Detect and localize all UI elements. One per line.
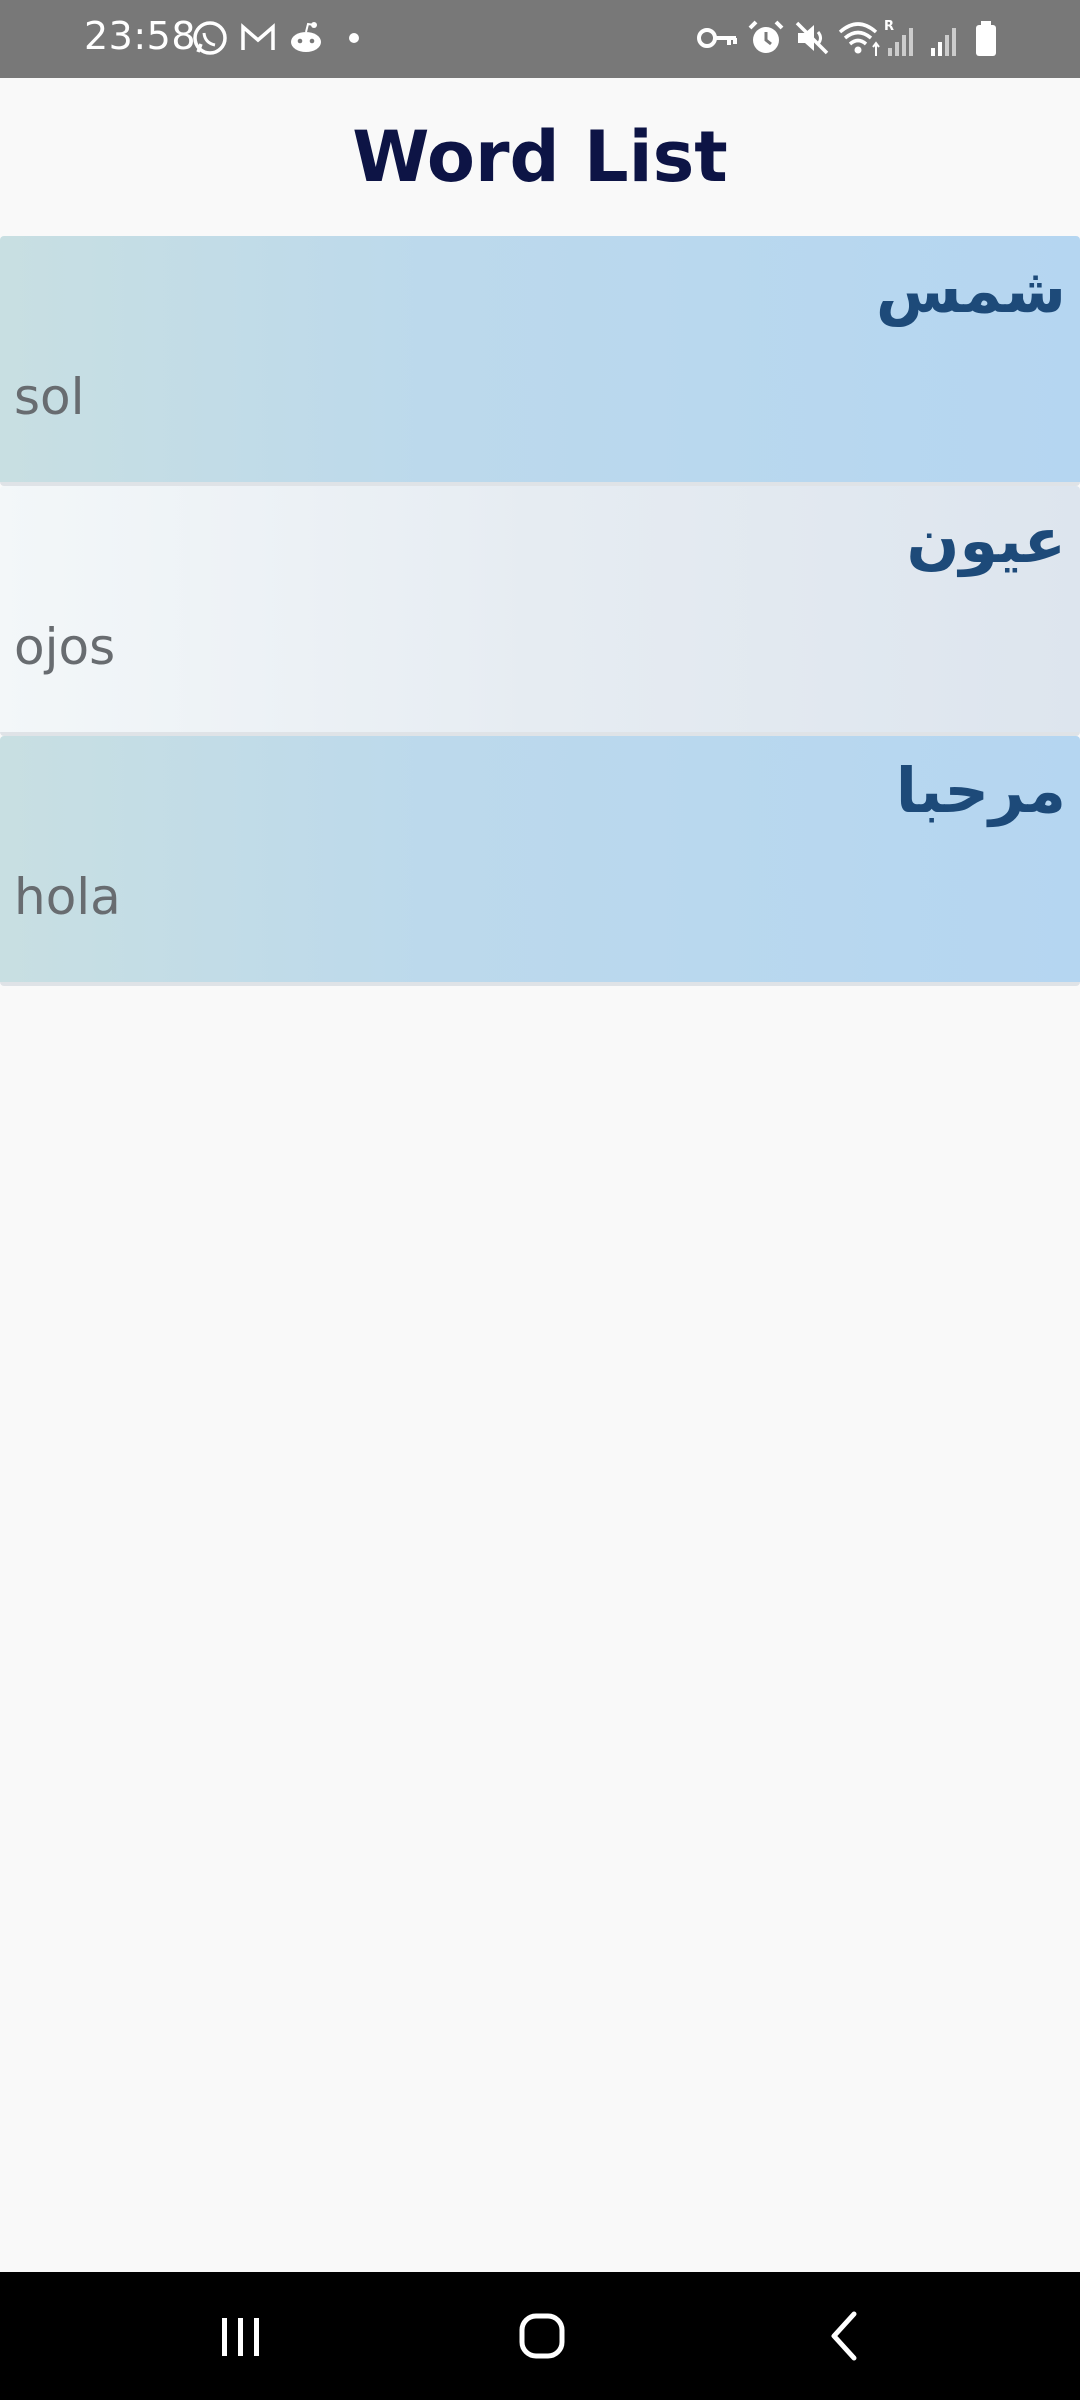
battery-icon	[970, 18, 1002, 58]
app-header: Word List	[0, 78, 1080, 236]
word-translation: ojos	[14, 618, 116, 676]
word-translation: sol	[14, 368, 85, 426]
back-icon	[831, 2311, 857, 2361]
word-item[interactable]: مرحبا hola	[0, 736, 1080, 986]
home-button[interactable]	[502, 2302, 582, 2370]
svg-text:R: R	[884, 19, 894, 34]
page-title: Word List	[352, 116, 728, 198]
word-item[interactable]: شمس sol	[0, 236, 1080, 486]
mute-icon	[792, 18, 832, 58]
alarm-icon	[746, 18, 786, 58]
signal-r-icon: R	[884, 18, 920, 58]
status-bar: 23:58 R	[0, 0, 1080, 78]
wifi-icon	[838, 18, 884, 58]
home-icon	[519, 2313, 565, 2359]
vpn-key-icon	[696, 18, 740, 58]
recent-apps-button[interactable]	[200, 2302, 280, 2370]
recent-apps-icon	[222, 2318, 259, 2356]
reddit-icon	[286, 18, 326, 58]
word-arabic: عيون	[906, 504, 1066, 577]
gmail-icon	[238, 18, 278, 58]
word-arabic: مرحبا	[895, 754, 1066, 827]
navigation-bar	[0, 2272, 1080, 2400]
word-arabic: شمس	[875, 254, 1066, 327]
status-time: 23:58	[84, 14, 197, 58]
back-button[interactable]	[806, 2302, 886, 2370]
word-item[interactable]: عيون ojos	[0, 486, 1080, 736]
word-translation: hola	[14, 868, 121, 926]
word-list: شمس sol عيون ojos مرحبا hola	[0, 236, 1080, 986]
signal-icon	[928, 18, 964, 58]
whatsapp-icon	[190, 18, 230, 58]
dot-icon	[334, 18, 374, 58]
